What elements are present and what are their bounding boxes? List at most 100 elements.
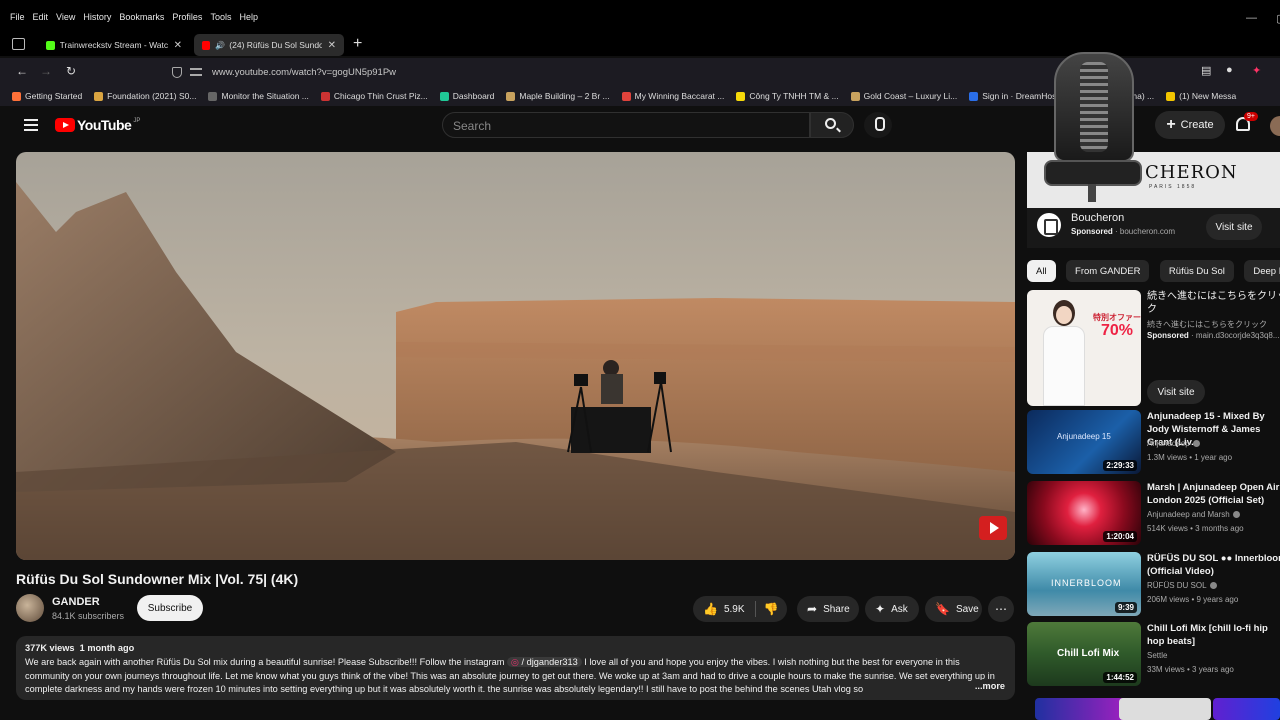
- sidebar-icon[interactable]: ▤: [1201, 64, 1211, 77]
- sparkle-icon: ✦: [875, 602, 886, 616]
- shield-icon[interactable]: [172, 66, 182, 78]
- chip-all[interactable]: All: [1027, 260, 1056, 282]
- menu-edit[interactable]: Edit: [33, 12, 49, 22]
- video-thumbnail[interactable]: Anjunadeep 15 2:29:33: [1027, 410, 1141, 474]
- video-thumbnail[interactable]: [1119, 698, 1211, 720]
- bookmark-favicon-icon: [736, 91, 746, 101]
- channel-name[interactable]: GANDER: [52, 596, 100, 608]
- speaker-icon[interactable]: 🔊: [215, 41, 225, 50]
- menu-view[interactable]: View: [56, 12, 75, 22]
- url-text[interactable]: www.youtube.com/watch?v=gogUN5p91Pw: [212, 67, 396, 78]
- channel-name[interactable]: Settle: [1147, 651, 1167, 660]
- create-button[interactable]: + Create: [1155, 111, 1225, 139]
- voice-search-button[interactable]: [864, 112, 892, 138]
- video-player[interactable]: [16, 152, 1015, 560]
- list-item[interactable]: Anjunadeep 15 2:29:33 Anjunadeep 15 - Mi…: [1027, 410, 1280, 474]
- close-tab-icon[interactable]: ✕: [174, 40, 182, 51]
- divider: [754, 601, 756, 617]
- save-button[interactable]: 🔖 Save: [925, 596, 982, 622]
- video-thumbnail[interactable]: INNERBLOOM 9:39: [1027, 552, 1141, 616]
- channel-name[interactable]: RÜFÜS DU SOL: [1147, 581, 1207, 590]
- sponsored-title[interactable]: 続きへ進むにはこちらをクリック: [1147, 290, 1280, 316]
- new-tab-icon[interactable]: +: [353, 35, 362, 53]
- menu-bookmarks[interactable]: Bookmarks: [119, 12, 164, 22]
- video-title[interactable]: Marsh | Anjunadeep Open Air: London 2025…: [1147, 481, 1280, 507]
- menu-help[interactable]: Help: [239, 12, 258, 22]
- forward-icon[interactable]: →: [40, 64, 52, 78]
- bookmark-item[interactable]: Công Ty TNHH TM & ...: [736, 91, 839, 101]
- channel-name[interactable]: Anjunadeep and Marsh: [1147, 510, 1230, 519]
- bookmark-label: Dashboard: [452, 91, 495, 101]
- bookmark-item[interactable]: Maple Building – 2 Br ...: [506, 91, 610, 101]
- bookmark-item[interactable]: My Winning Baccarat ...: [621, 91, 724, 101]
- like-icon[interactable]: 👍: [703, 602, 718, 616]
- menu-icon[interactable]: [24, 119, 38, 131]
- menu-tools[interactable]: Tools: [210, 12, 231, 22]
- region-code: JP: [133, 118, 141, 124]
- bookmark-label: Chicago Thin Crust Piz...: [333, 91, 428, 101]
- bookmark-item[interactable]: Dashboard: [439, 91, 495, 101]
- video-thumbnail[interactable]: Chill Lofi Mix 1:44:52: [1027, 622, 1141, 686]
- channel-avatar[interactable]: [16, 594, 44, 622]
- advertiser-logo-icon[interactable]: [1037, 213, 1061, 237]
- like-count[interactable]: 5.9K: [724, 604, 745, 615]
- chip-rufus-du-sol[interactable]: Rüfüs Du Sol: [1159, 260, 1234, 282]
- instagram-link[interactable]: ◎ / djgander313: [506, 656, 582, 667]
- duration-badge: 9:39: [1114, 602, 1137, 613]
- visit-site-button[interactable]: Visit site: [1206, 214, 1262, 240]
- channel-watermark-icon[interactable]: [979, 516, 1007, 540]
- video-thumbnail[interactable]: 1:20:04: [1027, 481, 1141, 545]
- bookmark-item[interactable]: Monitor the Situation ...: [208, 91, 309, 101]
- dislike-icon[interactable]: 👎: [764, 602, 779, 616]
- menu-profiles[interactable]: Profiles: [172, 12, 202, 22]
- video-title[interactable]: Chill Lofi Mix [chill lo-fi hip hop beat…: [1147, 622, 1280, 648]
- back-icon[interactable]: ←: [16, 64, 28, 78]
- search-input[interactable]: Search: [442, 112, 810, 138]
- tab-youtube[interactable]: 🔊 (24) Rüfüs Du Sol Sundown ✕: [194, 34, 344, 56]
- bookmark-item[interactable]: Foundation (2021) S0...: [94, 91, 196, 101]
- bookmark-item[interactable]: Getting Started: [12, 91, 82, 101]
- tab-trainwreckstv[interactable]: Trainwreckstv Stream - Watch L ✕: [38, 34, 190, 56]
- page-controls-icon[interactable]: [190, 68, 202, 76]
- bookmark-item[interactable]: (1) New Messa: [1166, 91, 1236, 101]
- search-button[interactable]: [810, 112, 854, 138]
- video-title[interactable]: RÜFÜS DU SOL ●● Innerbloom (Official Vid…: [1147, 552, 1280, 578]
- video-description[interactable]: 377K views 1 month ago We are back again…: [16, 636, 1015, 700]
- thumbnail-text: Anjunadeep 15: [1057, 432, 1111, 441]
- menu-history[interactable]: History: [83, 12, 111, 22]
- sponsored-thumbnail[interactable]: 特別オファー 70%: [1027, 290, 1141, 406]
- close-tab-icon[interactable]: ✕: [328, 40, 336, 51]
- list-item[interactable]: INNERBLOOM 9:39 RÜFÜS DU SOL ●● Innerblo…: [1027, 552, 1280, 616]
- chip-deep-house[interactable]: Deep Ho: [1244, 260, 1280, 282]
- sponsored-video-card[interactable]: 特別オファー 70% 続きへ進むにはこちらをクリック 続きへ進むにはこちらをクリ…: [1027, 290, 1280, 406]
- youtube-logo[interactable]: YouTube JP: [55, 117, 140, 133]
- channel-name[interactable]: Anjunadeep: [1147, 439, 1190, 448]
- visit-site-button[interactable]: Visit site: [1147, 380, 1205, 404]
- show-more-link[interactable]: ...more: [971, 680, 1005, 694]
- description-text: We are back again with another Rüfüs Du …: [25, 656, 1006, 697]
- sponsored-subtitle: 続きへ進むにはこちらをクリック: [1147, 320, 1267, 329]
- reload-icon[interactable]: ↻: [66, 64, 76, 78]
- address-bar[interactable]: www.youtube.com/watch?v=gogUN5p91Pw: [160, 61, 1120, 83]
- share-button[interactable]: ➦ Share: [797, 596, 859, 622]
- extensions-icon[interactable]: ✦: [1252, 64, 1261, 77]
- avatar[interactable]: [1270, 116, 1280, 136]
- bookmark-item[interactable]: Gold Coast – Luxury Li...: [850, 91, 957, 101]
- bookmark-favicon-icon: [12, 91, 21, 101]
- chip-from-gander[interactable]: From GANDER: [1066, 260, 1150, 282]
- minimize-icon[interactable]: —: [1246, 12, 1257, 24]
- more-actions-button[interactable]: ⋯: [988, 596, 1014, 622]
- tab-list-icon[interactable]: [12, 38, 25, 50]
- video-thumbnail[interactable]: [1035, 698, 1127, 720]
- bookmark-item[interactable]: Chicago Thin Crust Piz...: [320, 91, 428, 101]
- ask-button[interactable]: ✦ Ask: [865, 596, 919, 622]
- bookmark-favicon-icon: [439, 91, 449, 101]
- maximize-icon[interactable]: ▢: [1276, 12, 1280, 25]
- list-item[interactable]: Chill Lofi Mix 1:44:52 Chill Lofi Mix [c…: [1027, 622, 1280, 686]
- video-thumbnail[interactable]: [1213, 698, 1280, 720]
- list-item[interactable]: 1:20:04 Marsh | Anjunadeep Open Air: Lon…: [1027, 481, 1280, 545]
- advertiser-name[interactable]: Boucheron: [1071, 212, 1124, 224]
- account-icon[interactable]: ●: [1226, 64, 1233, 76]
- subscribe-button[interactable]: Subscribe: [137, 595, 203, 621]
- menu-file[interactable]: File: [10, 12, 25, 22]
